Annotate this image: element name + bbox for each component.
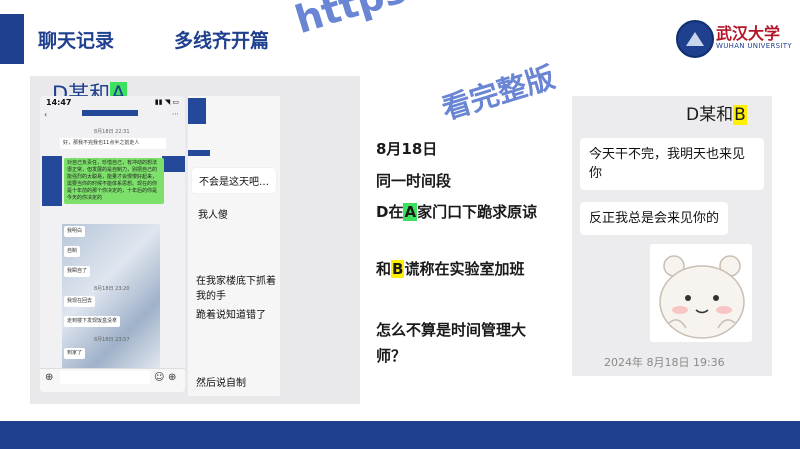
- chat-text: 我人傻: [198, 210, 228, 221]
- add-icon[interactable]: ⊕: [168, 372, 176, 383]
- center-line-question: 怎么不算是时间管理大: [376, 321, 527, 339]
- chat-message: 好，那我不完我也11点半之前走人: [60, 138, 166, 149]
- chat-bubble: 不会是这天吧…: [192, 168, 276, 193]
- watermark-url: https://51cgy20.com: [290, 0, 723, 42]
- chat-message: 我现在回去: [64, 296, 96, 307]
- more-icon[interactable]: ⋯: [172, 110, 179, 118]
- logo-chinese-name: 武汉大学: [716, 24, 781, 43]
- panel-b-label-highlight: B: [733, 105, 747, 125]
- center-line-b: 和B谎称在实验室加班: [376, 258, 524, 279]
- chat-screenshot-a: 14:47 ▮▮ ◥ ▭ ‹ ⋯ 8月18日 22:31 好，那我不完我也11点…: [40, 96, 185, 392]
- chat-message: 自制: [64, 246, 81, 257]
- center-line-b-highlight: B: [391, 260, 405, 278]
- center-line-a-post: 家门口下跪求原谅: [417, 203, 538, 221]
- chat-message-sent: 对自己负责任，珍惜自己，有冲动的想法很正常，但发展的是自制力，别把自己的能强烈的…: [64, 158, 164, 204]
- footer-bar: [0, 421, 800, 449]
- center-line-a-highlight: A: [403, 203, 418, 221]
- logo-english-name: WUHAN UNIVERSITY: [716, 42, 792, 50]
- avatar-redacted: [162, 156, 185, 172]
- bear-sticker-icon: [659, 255, 745, 339]
- chat-text: 在我家楼底下抓着我的手: [196, 276, 276, 302]
- chat-message: 我明白: [64, 226, 86, 237]
- chat-message: 我瞬自了: [64, 266, 91, 277]
- chat-timestamp: 8月18日 23:57: [94, 337, 130, 343]
- chat-timestamp: 8月18日 23:20: [94, 286, 130, 292]
- back-arrow-icon[interactable]: ‹: [44, 110, 47, 119]
- page-subtitle: 多线齐开篇: [174, 30, 270, 52]
- watermark-text: 看完整版: [437, 59, 559, 127]
- chat-message: 走到楼下发现饭盒没拿: [64, 316, 121, 327]
- panel-b-label: D某和B: [686, 100, 747, 125]
- center-line-date: 8月18日: [376, 140, 438, 158]
- contact-name-redacted: [82, 110, 138, 116]
- sticker-image: [650, 244, 752, 342]
- status-time: 14:47: [46, 98, 72, 107]
- center-line-a: D在A家门口下跪求原谅: [376, 201, 537, 222]
- university-logo: 武汉大学 WUHAN UNIVERSITY: [676, 18, 792, 58]
- chat-text: 跪着说知道错了: [196, 310, 266, 321]
- chat-text: 然后说自制: [196, 378, 246, 389]
- chat-bubble: 今天干不完，我明天也来见你: [580, 138, 764, 190]
- panel-b-label-prefix: D某和: [686, 105, 734, 125]
- center-line-a-pre: D在: [376, 203, 404, 221]
- university-emblem-icon: [676, 20, 714, 58]
- chat-timestamp: 2024年 8月18日 19:36: [604, 356, 725, 369]
- chat-timestamp: 8月18日 22:31: [94, 129, 130, 135]
- contact-redacted: [188, 150, 210, 156]
- page-title: 聊天记录: [38, 30, 115, 52]
- header-accent-bar: [0, 14, 24, 64]
- center-line-period: 同一时间段: [376, 172, 452, 190]
- emoji-icon[interactable]: ☺: [154, 372, 164, 383]
- avatar-redacted: [42, 156, 62, 206]
- center-line-b-post: 谎称在实验室加班: [404, 260, 525, 278]
- center-line-question-end: 师？: [376, 347, 407, 365]
- status-icons: ▮▮ ◥ ▭: [154, 98, 179, 106]
- voice-icon[interactable]: ⊕: [45, 372, 53, 383]
- chat-message: 到家了: [64, 348, 86, 359]
- chat-bubble: 反正我总是会来见你的: [580, 202, 729, 235]
- message-input[interactable]: [60, 371, 150, 384]
- center-line-b-pre: 和: [376, 260, 392, 278]
- avatar-redacted: [188, 98, 206, 124]
- chat-screenshot-a-continued: 不会是这天吧… 我人傻 在我家楼底下抓着我的手 跪着说知道错了 然后说自制: [188, 96, 280, 396]
